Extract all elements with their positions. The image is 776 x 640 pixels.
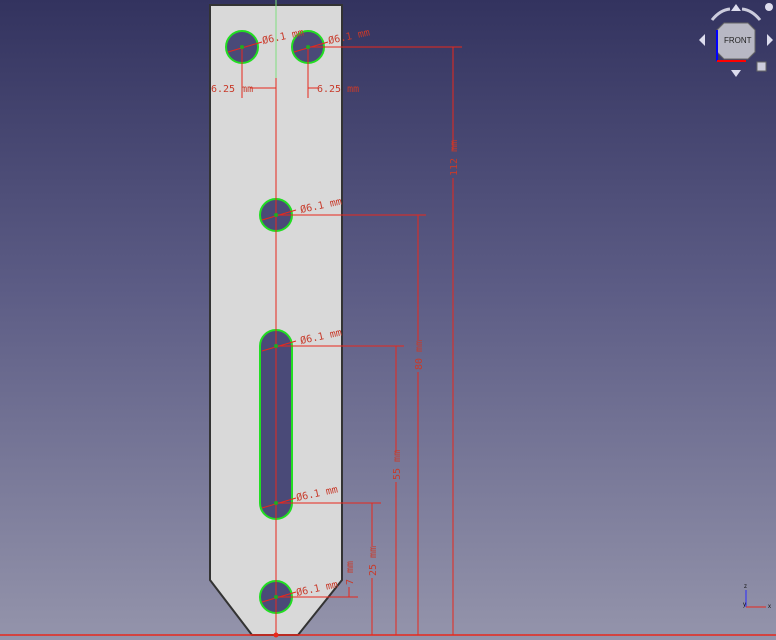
dim-80-label[interactable]: 80 mm <box>414 340 425 370</box>
sketch-viewport[interactable]: Ø6.1 mm Ø6.1 mm Ø6.1 mm Ø6.1 mm Ø6.1 mm … <box>0 0 776 640</box>
dim-112-label[interactable]: 112 mm <box>449 140 460 176</box>
navigation-cube[interactable]: FRONT <box>699 3 773 77</box>
view-menu-cube-icon[interactable] <box>756 61 767 72</box>
nav-up-arrow[interactable] <box>731 4 741 11</box>
offset-left-label[interactable]: 6.25 mm <box>211 84 253 95</box>
axis-indicator: z y x <box>743 584 771 610</box>
svg-text:y: y <box>743 602 746 608</box>
nav-left-arrow[interactable] <box>699 34 705 46</box>
dim-7-label[interactable]: 7 mm <box>345 561 356 585</box>
nav-right-arrow[interactable] <box>767 34 773 46</box>
nav-down-arrow[interactable] <box>731 70 741 77</box>
offset-right-label[interactable]: 6.25 mm <box>317 84 359 95</box>
rotate-left-icon[interactable] <box>710 7 731 21</box>
front-face-label: FRONT <box>724 36 752 45</box>
dim-25-label[interactable]: 25 mm <box>368 546 379 576</box>
nav-menu-icon[interactable] <box>765 3 773 11</box>
svg-text:x: x <box>768 604 771 610</box>
dim-55-label[interactable]: 55 mm <box>392 450 403 480</box>
rotate-right-icon[interactable] <box>741 7 762 21</box>
svg-text:z: z <box>744 584 747 590</box>
